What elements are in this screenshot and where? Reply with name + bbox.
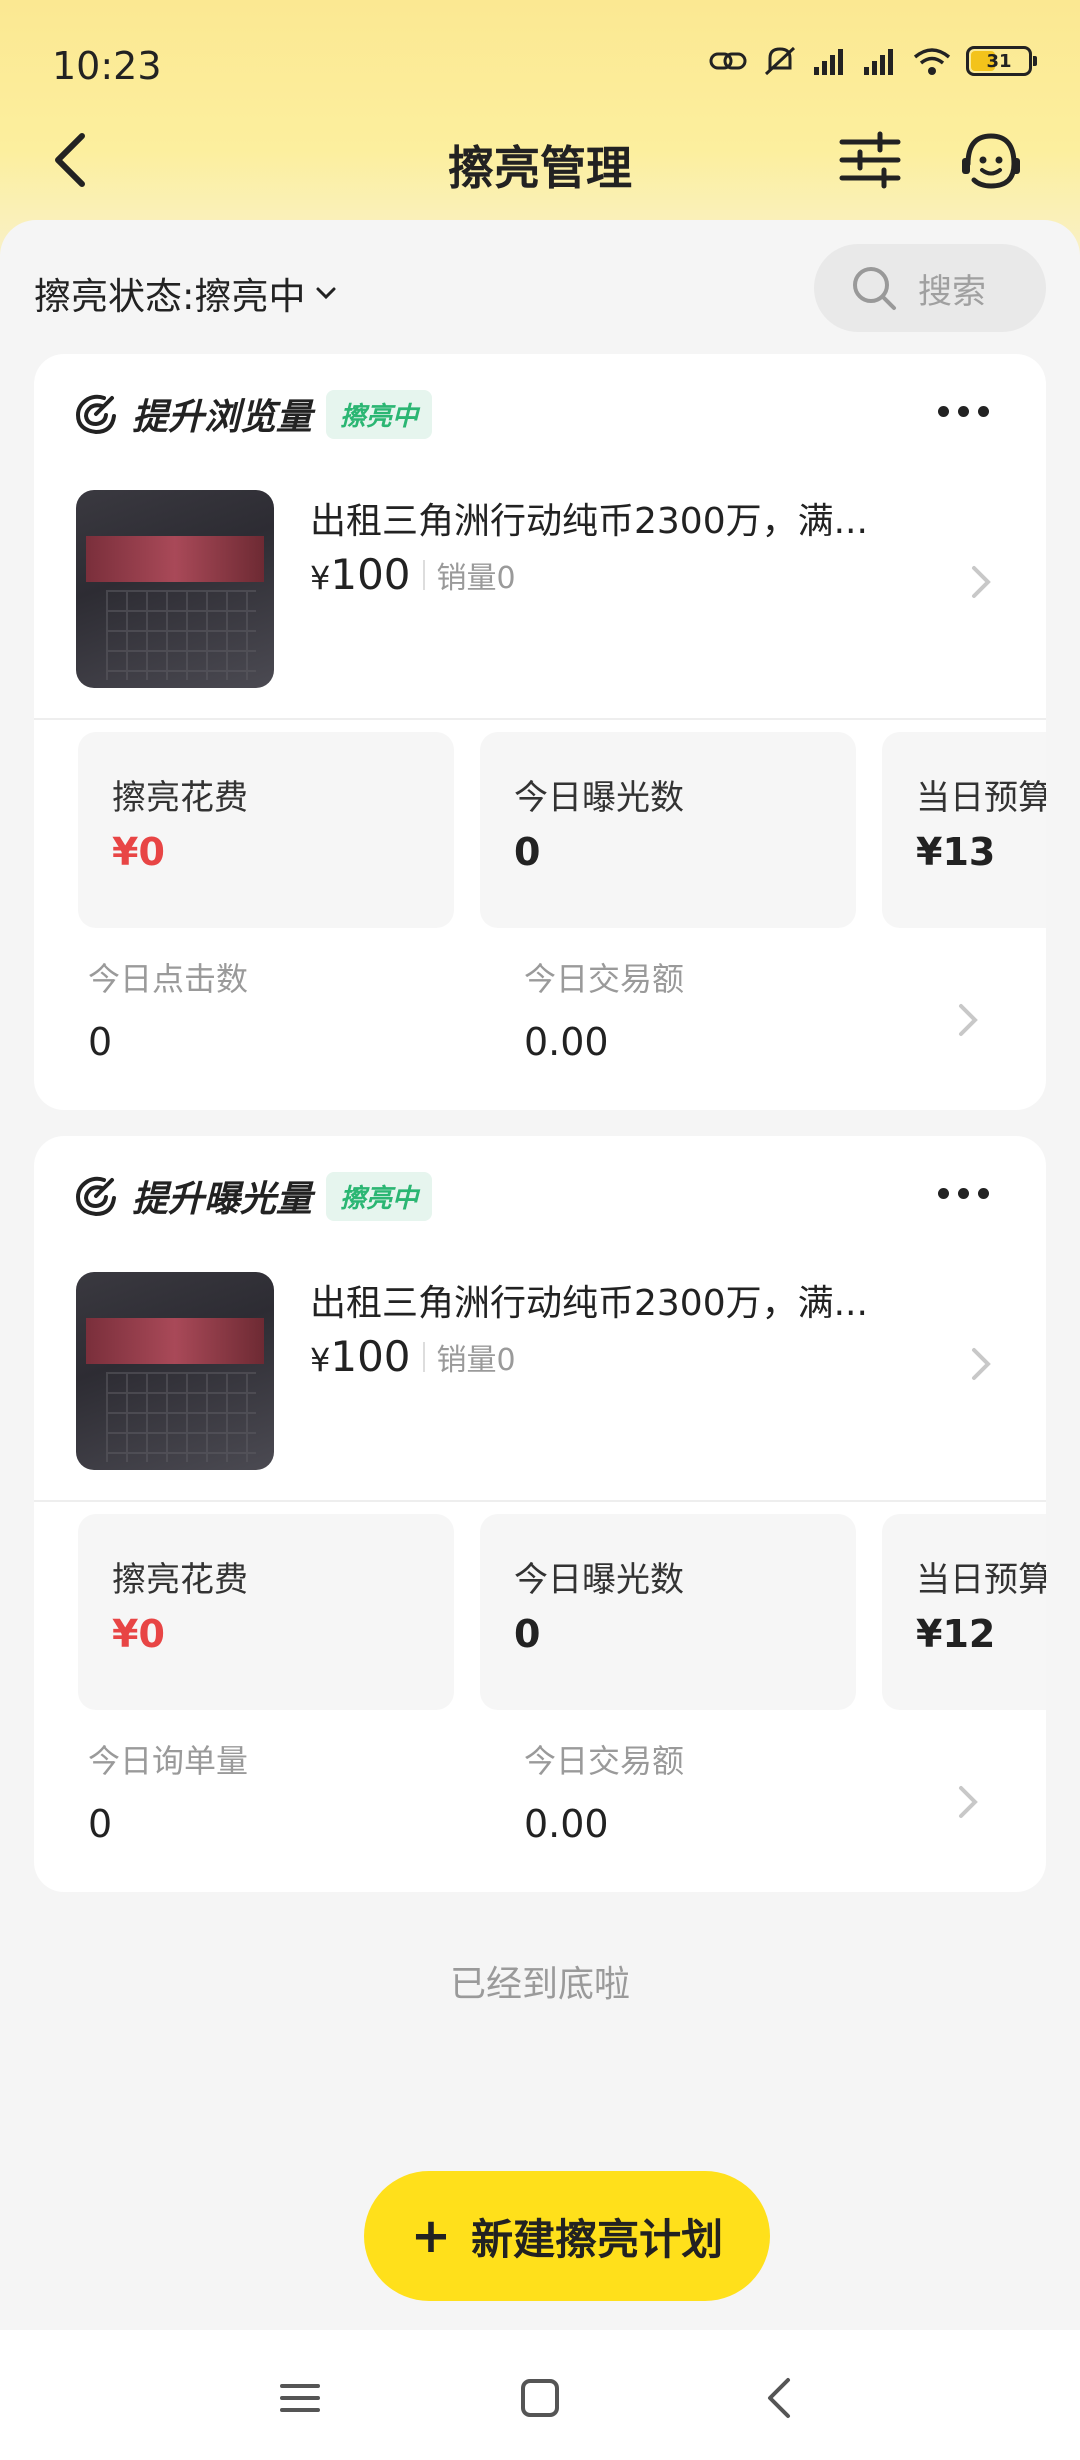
menu-icon[interactable] bbox=[270, 2368, 330, 2428]
product-sales: 销量0 bbox=[436, 560, 516, 596]
product-title: 出租三角洲行动纯币2300万，满... bbox=[310, 1283, 868, 1324]
divider bbox=[34, 718, 1046, 720]
filter-row: 擦亮状态:擦亮中 搜索 bbox=[0, 220, 1080, 350]
price-line: ¥100 销量0 bbox=[310, 1332, 516, 1381]
status-badge: 擦亮中 bbox=[326, 1171, 433, 1221]
status-filter-label: 擦亮状态:擦亮中 bbox=[34, 275, 306, 318]
card-title: 提升曝光量 bbox=[132, 1179, 313, 1220]
product-title: 出租三角洲行动纯币2300万，满... bbox=[310, 501, 868, 542]
search-input[interactable]: 搜索 bbox=[814, 244, 1046, 332]
metric-transactions: 今日交易额 0.00 bbox=[524, 960, 685, 1064]
chevron-down-icon bbox=[316, 287, 336, 300]
metric-transactions: 今日交易额 0.00 bbox=[524, 1742, 685, 1846]
status-time: 10:23 bbox=[52, 44, 162, 88]
create-plan-button[interactable]: + 新建擦亮计划 bbox=[364, 2171, 770, 2301]
product-row[interactable]: 出租三角洲行动纯币2300万，满... ¥100 销量0 bbox=[34, 490, 1046, 690]
filter-settings-icon[interactable] bbox=[838, 130, 902, 190]
more-options-button[interactable] bbox=[938, 1178, 998, 1208]
product-price: ¥100 bbox=[310, 1332, 411, 1381]
end-of-list-text: 已经到底啦 bbox=[449, 1964, 630, 2005]
product-thumbnail bbox=[76, 1272, 274, 1470]
chevron-right-icon bbox=[959, 1786, 978, 1818]
product-price: ¥100 bbox=[310, 550, 411, 599]
stat-cost: 擦亮花费 ¥0 bbox=[78, 732, 454, 928]
chevron-right-icon bbox=[972, 1348, 991, 1380]
stat-exposure: 今日曝光数 0 bbox=[480, 732, 856, 928]
target-icon bbox=[75, 1176, 116, 1217]
status-badge: 擦亮中 bbox=[326, 389, 433, 439]
home-icon[interactable] bbox=[510, 2368, 570, 2428]
page-title: 擦亮管理 bbox=[448, 141, 632, 195]
divider bbox=[34, 1500, 1046, 1502]
mute-icon bbox=[764, 46, 796, 76]
search-icon bbox=[853, 267, 896, 310]
promotion-card: 提升浏览量 擦亮中 出租三角洲行动纯币2300万，满... ¥100 销量0 擦… bbox=[34, 354, 1046, 1110]
stat-exposure: 今日曝光数 0 bbox=[480, 1514, 856, 1710]
system-nav-bar bbox=[0, 2330, 1080, 2460]
product-row[interactable]: 出租三角洲行动纯币2300万，满... ¥100 销量0 bbox=[34, 1272, 1046, 1472]
stats-scroller[interactable]: 擦亮花费 ¥0 今日曝光数 0 当日预算 ¥13 bbox=[78, 732, 1046, 928]
nav-bar: 擦亮管理 bbox=[0, 110, 1080, 210]
back-nav-icon[interactable] bbox=[750, 2368, 810, 2428]
promotion-card: 提升曝光量 擦亮中 出租三角洲行动纯币2300万，满... ¥100 销量0 擦… bbox=[34, 1136, 1046, 1892]
card-header: 提升浏览量 擦亮中 bbox=[74, 384, 433, 444]
link-icon bbox=[709, 52, 747, 70]
metrics-row[interactable]: 今日点击数 0 今日交易额 0.00 bbox=[34, 954, 1046, 1074]
metrics-row[interactable]: 今日询单量 0 今日交易额 0.00 bbox=[34, 1736, 1046, 1856]
product-thumbnail bbox=[76, 490, 274, 688]
stat-cost: 擦亮花费 ¥0 bbox=[78, 1514, 454, 1710]
signal-icon bbox=[814, 49, 843, 75]
search-placeholder: 搜索 bbox=[918, 271, 986, 312]
wifi-icon bbox=[913, 48, 951, 75]
chevron-right-icon bbox=[972, 566, 991, 598]
target-icon bbox=[75, 394, 116, 435]
customer-service-icon[interactable] bbox=[958, 128, 1024, 194]
card-header: 提升曝光量 擦亮中 bbox=[74, 1166, 433, 1226]
stat-budget: 当日预算 ¥12 bbox=[882, 1514, 1046, 1710]
signal-icon bbox=[864, 49, 893, 75]
battery-level: 31 bbox=[986, 50, 1012, 72]
card-title: 提升浏览量 bbox=[132, 397, 313, 438]
create-plan-label: 新建擦亮计划 bbox=[471, 2214, 724, 2264]
metric-clicks: 今日点击数 0 bbox=[88, 960, 249, 1064]
plus-icon: + bbox=[410, 2208, 452, 2264]
chevron-right-icon bbox=[959, 1004, 978, 1036]
price-line: ¥100 销量0 bbox=[310, 550, 516, 599]
battery-icon: 31 bbox=[966, 46, 1037, 76]
stats-scroller[interactable]: 擦亮花费 ¥0 今日曝光数 0 当日预算 ¥12 bbox=[78, 1514, 1046, 1710]
status-icons: 31 bbox=[708, 44, 1037, 78]
more-options-button[interactable] bbox=[938, 396, 998, 426]
metric-inquiries: 今日询单量 0 bbox=[88, 1742, 249, 1846]
status-filter-dropdown[interactable]: 擦亮状态:擦亮中 bbox=[34, 266, 337, 320]
stat-budget: 当日预算 ¥13 bbox=[882, 732, 1046, 928]
product-sales: 销量0 bbox=[436, 1342, 516, 1378]
